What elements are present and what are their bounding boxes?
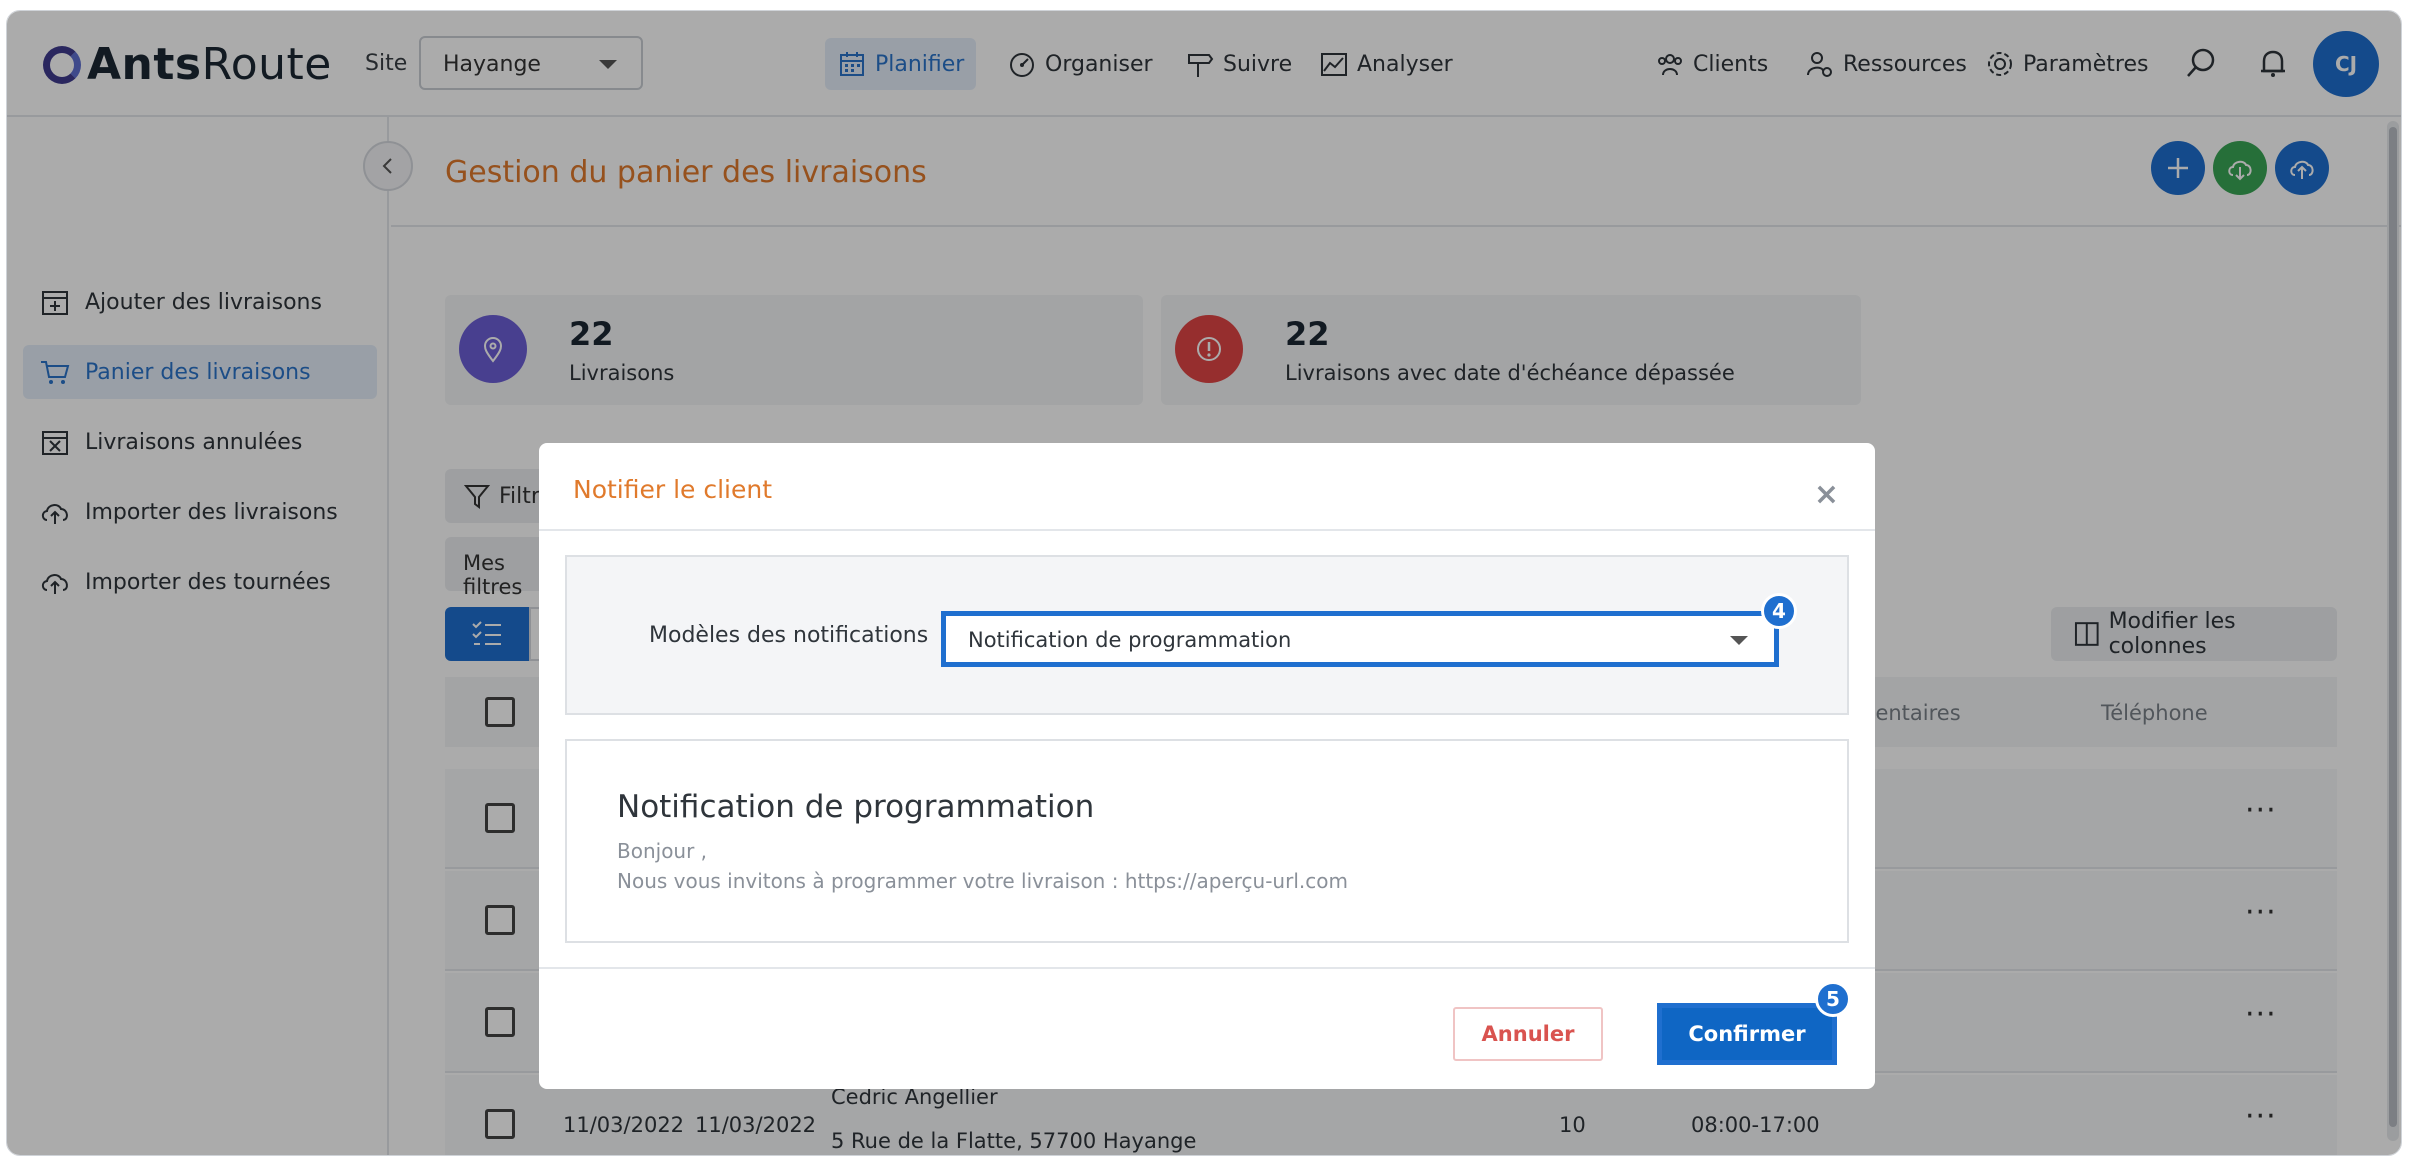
preview-greeting: Bonjour , [617, 839, 708, 863]
cancel-button[interactable]: Annuler [1453, 1007, 1603, 1061]
preview-title: Notification de programmation [617, 789, 1095, 825]
template-select[interactable]: Notification de programmation [941, 611, 1779, 667]
preview-body: Nous vous invitons à programmer votre li… [617, 869, 1348, 893]
notification-preview: Notification de programmation Bonjour , … [565, 739, 1849, 943]
app-window: AntsRoute Site Hayange Planifier Organis… [6, 10, 2402, 1156]
divider [539, 529, 1875, 531]
confirm-button[interactable]: Confirmer [1657, 1003, 1837, 1065]
template-select-value: Notification de programmation [968, 628, 1292, 652]
step-badge: 4 [1761, 593, 1797, 629]
modal-title: Notifier le client [573, 475, 773, 504]
template-label: Modèles des notifications [649, 623, 929, 648]
divider [539, 967, 1875, 969]
step-badge: 5 [1815, 981, 1851, 1017]
notify-client-modal: Notifier le client × Modèles des notific… [539, 443, 1875, 1089]
chevron-down-icon [1730, 636, 1748, 645]
close-icon[interactable]: × [1814, 477, 1839, 512]
template-section: Modèles des notifications Notification d… [565, 555, 1849, 715]
